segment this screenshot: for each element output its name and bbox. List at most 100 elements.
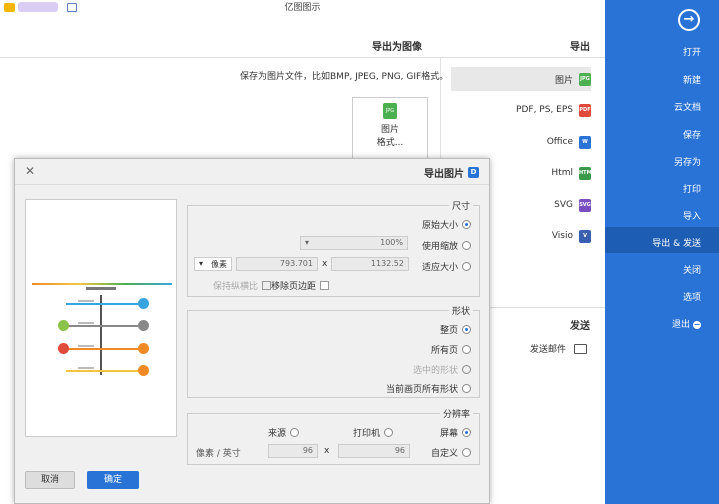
format-label: Html: [551, 168, 573, 178]
dialog-title-text: 导出图片: [424, 169, 464, 180]
format-label: Visio: [551, 231, 573, 241]
selected-shapes-radio[interactable]: 选中的形状: [413, 363, 471, 376]
app-logo-icon: D: [468, 167, 479, 178]
visio-icon: V: [579, 229, 591, 243]
format-office[interactable]: Office W: [451, 130, 591, 154]
width-field[interactable]: 1132.52: [331, 257, 409, 271]
dialog-title: 导出图片 D: [424, 165, 479, 180]
screen-radio[interactable]: 屏幕: [440, 426, 471, 439]
radio-indicator: [462, 325, 471, 334]
window-title: 亿图图示: [284, 3, 321, 13]
whole-page-radio[interactable]: 整页: [440, 323, 471, 336]
radio-label: 打印机: [352, 429, 380, 439]
keep-ratio-check[interactable]: 保持纵横比: [213, 279, 271, 292]
zoom-select[interactable]: ▾ 100%: [300, 236, 408, 250]
nav-save[interactable]: 保存: [683, 128, 701, 141]
printer-radio[interactable]: 打印机: [353, 426, 393, 439]
nav-save-as[interactable]: 另存为: [674, 155, 701, 168]
all-pages-radio[interactable]: 所有页: [431, 343, 471, 356]
close-icon[interactable]: ✕: [25, 164, 35, 178]
size-zoom-radio[interactable]: 使用缩放: [422, 239, 471, 252]
remove-margin-check[interactable]: 移除页边距: [271, 279, 329, 292]
radio-label: 所有页: [430, 346, 458, 356]
preview-node: [138, 320, 149, 331]
radio-label: 选中的形状: [412, 366, 458, 376]
back-arrow-icon[interactable]: →: [678, 9, 700, 31]
chevron-down-icon: ▾: [305, 238, 310, 247]
export-image-dialog: ✕ 导出图片 D 尺寸 原始大小 使用缩放 ▾ 100% 适应大小 1132.5…: [14, 158, 490, 504]
nav-exit[interactable]: 退出 −: [672, 317, 701, 330]
ok-button[interactable]: 确定: [87, 471, 139, 489]
title-left-tools: [4, 2, 77, 12]
size-group: 尺寸 原始大小 使用缩放 ▾ 100% 适应大小 1132.52 x 793.7…: [187, 199, 480, 297]
source-radio[interactable]: 来源: [268, 426, 299, 439]
resolution-group-label: 分辨率: [439, 407, 473, 420]
vip-crown-icon[interactable]: [4, 2, 15, 12]
exit-label: 退出: [671, 320, 690, 330]
dialog-title-divider: [15, 184, 489, 185]
radio-label: 使用缩放: [421, 242, 458, 252]
image-format-card[interactable]: JPG 图片 格式...: [352, 97, 428, 159]
cancel-button[interactable]: 取消: [25, 471, 75, 489]
preview-branch: [66, 303, 138, 305]
check-label: 保持纵横比: [212, 282, 258, 292]
radio-indicator: [384, 428, 393, 437]
size-times: x: [322, 259, 328, 269]
dpi-y-field[interactable]: 96: [268, 444, 318, 458]
format-image[interactable]: 图片 JPG: [451, 67, 591, 91]
radio-indicator: [462, 384, 471, 393]
preview-text: [78, 322, 94, 324]
preview-node: [138, 298, 149, 309]
radio-label: 整页: [439, 326, 458, 336]
preview-branch: [66, 348, 138, 350]
radio-indicator: [462, 365, 471, 374]
html-icon: HTML: [579, 166, 595, 180]
nav-cloud[interactable]: 云文档: [674, 100, 701, 113]
format-label: Office: [546, 137, 573, 147]
radio-label: 适应大小: [421, 263, 458, 273]
jpg-card-icon: JPG: [383, 103, 397, 119]
unit-value: 像素: [211, 260, 227, 269]
window-title-bar: 亿图图示: [0, 0, 605, 14]
preview-text: [78, 367, 94, 369]
shape-group-label: 形状: [448, 304, 473, 317]
preview-spine: [100, 295, 102, 375]
nav-open[interactable]: 打开: [683, 45, 701, 58]
radio-indicator: [462, 448, 471, 457]
preview-branch: [66, 370, 138, 372]
preview-node: [58, 320, 69, 331]
nav-import[interactable]: 导入: [683, 209, 701, 222]
send-email[interactable]: 发送邮件: [530, 342, 588, 355]
nav-print[interactable]: 打印: [683, 182, 701, 195]
export-image-title: 导出为图像: [372, 42, 422, 53]
radio-indicator: [462, 262, 471, 271]
format-pdf[interactable]: PDF, PS, EPS PDF: [451, 98, 591, 122]
card-label-2: 格式...: [376, 138, 404, 148]
size-group-label: 尺寸: [448, 199, 473, 212]
card-label: 图片: [380, 125, 399, 135]
current-page-shapes-radio[interactable]: 当前画页所有形状: [386, 382, 471, 395]
nav-options[interactable]: 选项: [683, 290, 701, 303]
nav-export-send[interactable]: 导出 & 发送: [652, 236, 701, 249]
export-description: 保存为图片文件，比如BMP, JPEG, PNG, GIF格式。: [240, 72, 449, 82]
size-fit-radio[interactable]: 适应大小: [422, 260, 471, 273]
preview-node: [58, 343, 69, 354]
format-label: PDF, PS, EPS: [516, 105, 573, 115]
nav-close[interactable]: 关闭: [683, 263, 701, 276]
dpi-x-field[interactable]: 96: [338, 444, 410, 458]
radio-label: 原始大小: [421, 221, 458, 231]
radio-label: 自定义: [430, 449, 458, 459]
user-name[interactable]: [18, 2, 58, 12]
preview-text: [78, 345, 94, 347]
check-label: 移除页边距: [270, 282, 316, 292]
nav-new[interactable]: 新建: [683, 73, 701, 86]
radio-label: 来源: [267, 429, 286, 439]
unit-select[interactable]: ▾ 像素: [194, 257, 232, 271]
exit-icon: −: [693, 320, 701, 329]
height-field[interactable]: 793.701: [236, 257, 318, 271]
send-section-title: 发送: [570, 321, 590, 332]
backstage-nav: → 打开 新建 云文档 保存 另存为 打印 导入 导出 & 发送 关闭 选项 退…: [605, 0, 719, 504]
window-icon[interactable]: [67, 2, 77, 12]
size-original-radio[interactable]: 原始大小: [422, 218, 471, 231]
custom-radio[interactable]: 自定义: [431, 446, 471, 459]
